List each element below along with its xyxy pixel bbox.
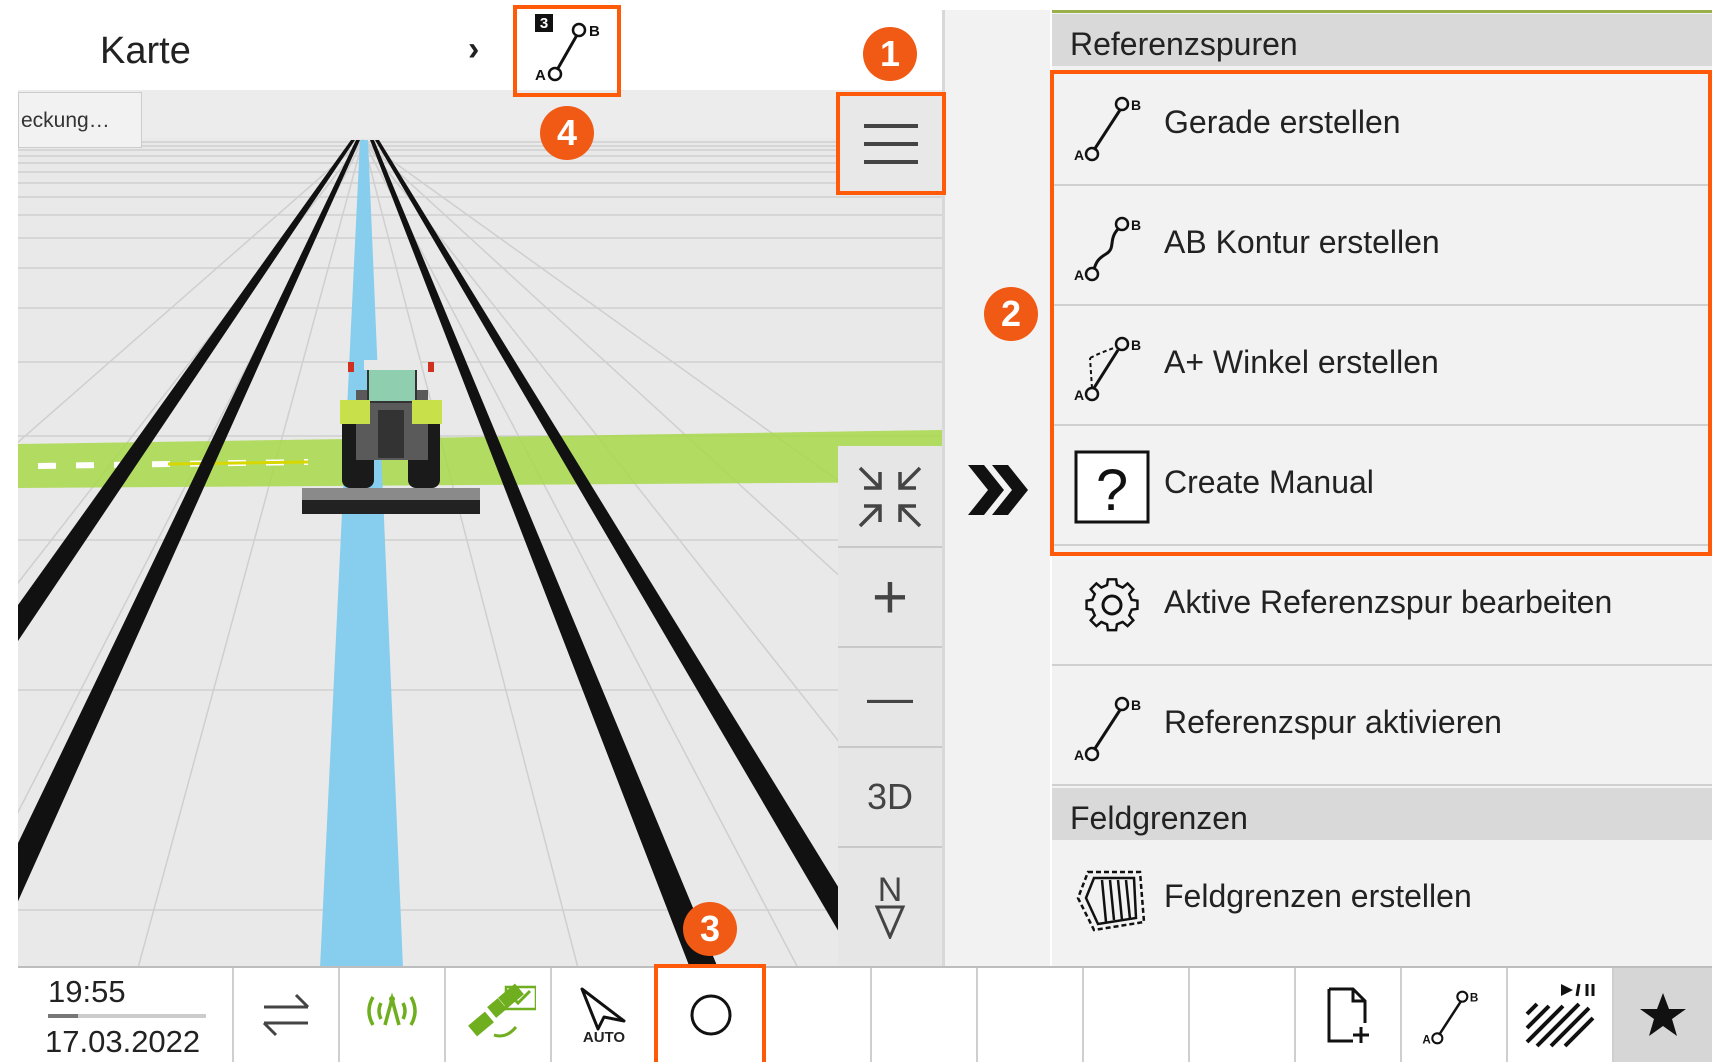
coverage-button-label: eckung… [21,109,110,132]
zoom-in-label: + [871,562,909,632]
menu-item-feldgrenzen-erstellen[interactable]: Feldgrenzen erstellen [1052,840,1712,960]
annotation-badge-1: 1 [863,27,917,81]
rtk-signal-button[interactable] [338,968,444,1062]
north-button[interactable]: N [838,846,942,966]
annotation-badge-4: 4 [540,106,594,160]
star-icon [1640,993,1686,1036]
annotation-badge-2: 2 [984,287,1038,341]
field-boundary-icon [1076,870,1146,932]
reference-track-button[interactable]: B A [1400,968,1506,1062]
menu-item-label: Aktive Referenzspur bearbeiten [1164,584,1613,620]
svg-text:A: A [1074,747,1084,763]
empty-slot[interactable] [870,968,976,1062]
empty-slot[interactable] [764,968,870,1062]
gps-status-button[interactable] [444,968,550,1062]
satellite-check-icon [468,983,536,1038]
annotation-badge-3: 3 [683,902,737,956]
page-title: Karte [100,30,191,72]
menu-item-label: Referenzspur aktivieren [1164,704,1502,740]
view-3d-button[interactable]: 3D [838,746,942,846]
record-pause-icon [1525,983,1595,1048]
signal-antenna-icon [367,992,417,1026]
coverage-button[interactable]: eckung… [18,92,142,148]
zoom-in-button[interactable]: + [838,546,942,646]
zoom-fit-icon [858,466,922,528]
north-label: N [877,871,903,909]
expand-panel-button[interactable] [962,455,1032,525]
clock-time: 19:55 [48,974,126,1009]
breadcrumb-chevron-icon[interactable]: › [468,30,479,69]
highlight-create-items [1050,70,1712,556]
swap-arrows-icon [262,993,310,1037]
auto-steer-button[interactable]: AUTO [550,968,656,1062]
double-chevron-icon [968,465,1028,515]
highlight-map-menu [836,92,946,195]
ab-straight-icon: B A [1074,696,1141,763]
zoom-out-label: — [867,671,913,723]
empty-slot[interactable] [976,968,1082,1062]
zoom-fit-button[interactable] [838,446,942,546]
clock-date: 17.03.2022 [45,1024,201,1059]
zoom-out-button[interactable]: — [838,646,942,746]
new-document-icon [1327,987,1369,1043]
empty-slot[interactable] [1082,968,1188,1062]
menu-item-aktive-referenzspur-bearbeiten[interactable]: Aktive Referenzspur bearbeiten [1052,546,1712,666]
recording-button[interactable] [1506,968,1612,1062]
highlight-engage-button [654,964,766,1062]
auto-label: AUTO [582,1028,626,1046]
svg-text:B: B [1131,697,1141,713]
menu-item-label: Feldgrenzen erstellen [1164,878,1472,914]
north-arrow-icon [875,905,905,939]
ab-line-icon: B A [1422,990,1478,1046]
map-view[interactable] [18,90,942,968]
menu-item-referenzspur-aktivieren[interactable]: B A Referenzspur aktivieren [1052,666,1712,786]
swap-button[interactable] [232,968,338,1062]
time-progress-fill [48,1014,79,1018]
svg-text:A: A [1422,1033,1431,1046]
highlight-active-track [513,5,621,97]
gear-icon [1085,578,1139,632]
favorites-button[interactable] [1612,968,1712,1062]
new-document-button[interactable] [1294,968,1400,1062]
steering-arrow-icon [580,987,626,1030]
view-3d-label: 3D [866,776,914,817]
section-header-feldgrenzen: Feldgrenzen [1052,788,1712,840]
section-header-referenzspuren: Referenzspuren [1052,14,1712,66]
svg-text:B: B [1470,992,1478,1005]
empty-slot[interactable] [1188,968,1294,1062]
panel-accent-line [1052,10,1712,13]
